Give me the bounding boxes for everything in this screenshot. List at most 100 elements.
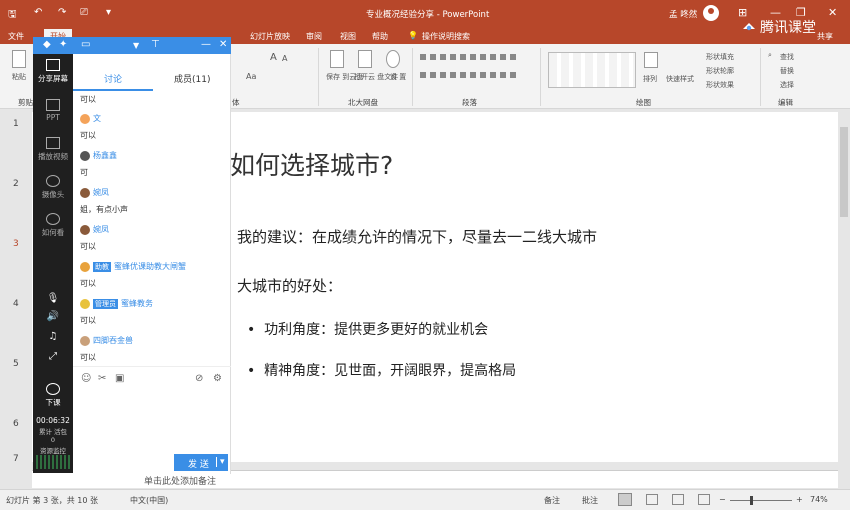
settings-button[interactable]: 设 置 <box>390 72 406 82</box>
font-size-increase-icon[interactable]: A <box>270 52 277 63</box>
font-size-decrease-icon[interactable]: A <box>282 54 287 63</box>
slide-sorter-icon[interactable] <box>646 494 658 505</box>
avatar[interactable] <box>80 261 90 272</box>
zoom-level[interactable]: 74% <box>810 495 828 504</box>
end-class-button[interactable]: 下课 <box>33 383 73 408</box>
speaker-icon[interactable]: 🔊 <box>33 311 73 322</box>
play-video-button[interactable]: 播放视频 <box>33 137 73 162</box>
camera-button[interactable]: 摄像头 <box>33 175 73 200</box>
save-to-cloud-icon[interactable] <box>330 50 344 68</box>
find-icon[interactable]: ⌕ <box>768 51 772 60</box>
avatar[interactable] <box>80 150 90 161</box>
avatar[interactable] <box>80 224 90 235</box>
change-case-icon[interactable]: Aa <box>246 72 256 81</box>
select-button[interactable]: 选择 <box>780 80 794 90</box>
panel-minimize-icon[interactable]: — <box>201 39 211 50</box>
mute-chat-icon[interactable]: ⊘ <box>195 373 203 384</box>
raise-hand-button[interactable]: 如何看 <box>33 213 73 238</box>
menu-help[interactable]: 帮助 <box>372 31 388 42</box>
slide-bullet[interactable]: • 功利角度：提供更多更好的就业机会 <box>247 319 488 339</box>
find-button[interactable]: 查找 <box>780 52 794 62</box>
music-icon[interactable]: ♫ <box>33 331 73 342</box>
ribbon-display-icon[interactable]: ⊞ <box>738 6 747 19</box>
slide-number[interactable]: 7 <box>13 454 19 464</box>
slide-number[interactable]: 6 <box>13 419 19 429</box>
alignment-controls[interactable] <box>420 72 520 78</box>
notes-button[interactable]: 备注 <box>544 495 560 506</box>
menu-view[interactable]: 视图 <box>340 31 356 42</box>
avatar[interactable] <box>80 335 90 346</box>
shape-fill-button[interactable]: 形状填充 <box>706 52 734 62</box>
avatar[interactable] <box>703 5 719 21</box>
pin-icon[interactable]: ✦ <box>59 39 67 50</box>
tab-members[interactable]: 成员(11) <box>174 72 210 85</box>
zoom-in-button[interactable]: + <box>796 495 803 504</box>
slide-paragraph[interactable]: 大城市的好处： <box>237 275 342 296</box>
emoji-icon[interactable]: ☺ <box>81 373 91 384</box>
share-button[interactable]: 共享 <box>817 31 833 42</box>
present-icon[interactable]: ⎚ <box>80 7 88 18</box>
save-icon[interactable]: 🖫 <box>8 7 17 24</box>
close-icon[interactable]: ✕ <box>828 6 837 19</box>
paragraph-controls[interactable] <box>420 54 520 60</box>
shape-effects-button[interactable]: 形状效果 <box>706 80 734 90</box>
normal-view-icon[interactable] <box>618 493 632 506</box>
comments-button[interactable]: 批注 <box>582 495 598 506</box>
top-pin-icon[interactable]: ⊤ <box>151 39 160 50</box>
ppt-button[interactable]: PPT <box>33 99 73 122</box>
fullscreen-icon[interactable]: ⤢ <box>33 351 73 362</box>
arrange-icon[interactable] <box>644 52 658 68</box>
language[interactable]: 中文(中国) <box>130 495 168 506</box>
zoom-slider-thumb[interactable] <box>750 496 753 505</box>
quick-styles-button[interactable]: 快速样式 <box>666 74 694 84</box>
settings-icon[interactable] <box>386 50 400 68</box>
menu-review[interactable]: 审阅 <box>306 31 322 42</box>
slide-paragraph[interactable]: 我的建议：在成绩允许的情况下，尽量去一二线大城市 <box>237 226 597 247</box>
arrange-button[interactable]: 排列 <box>643 74 657 84</box>
panel-close-icon[interactable]: ✕ <box>219 39 227 50</box>
tencent-brand: 腾讯课堂 <box>760 20 816 36</box>
avatar[interactable] <box>80 187 90 198</box>
reading-view-icon[interactable] <box>672 494 684 505</box>
paste-icon[interactable] <box>12 50 26 68</box>
menu-slideshow[interactable]: 幻灯片放映 <box>250 31 290 42</box>
slide-title[interactable]: 如何选择城市? <box>230 146 393 182</box>
scrollbar-thumb[interactable] <box>840 127 848 217</box>
shape-outline-button[interactable]: 形状轮廓 <box>706 66 734 76</box>
image-icon[interactable]: ▣ <box>115 373 124 384</box>
avatar[interactable] <box>80 113 90 124</box>
open-cloud-file-icon[interactable] <box>358 50 372 68</box>
qat-more-icon[interactable]: ▾ <box>106 7 111 18</box>
slide-number[interactable]: 3 <box>13 239 19 249</box>
undo-icon[interactable]: ↶ <box>34 7 42 18</box>
slide-bullet[interactable]: • 精神角度：见世面，开阔眼界，提高格局 <box>247 360 516 380</box>
send-button[interactable]: 发 送 ▾ <box>174 454 228 471</box>
window-icon[interactable]: ▭ <box>81 39 90 50</box>
tell-me-search[interactable]: 操作说明搜索 <box>422 31 470 42</box>
redo-icon[interactable]: ↷ <box>58 7 66 18</box>
tab-discussion[interactable]: 讨论 <box>104 72 122 85</box>
vertical-scrollbar[interactable] <box>838 109 850 481</box>
slide-number[interactable]: 5 <box>13 359 19 369</box>
menu-file[interactable]: 文件 <box>8 31 24 42</box>
zoom-out-button[interactable]: − <box>719 495 726 504</box>
notes-placeholder[interactable]: 单击此处添加备注 <box>144 474 216 487</box>
slide-number[interactable]: 2 <box>13 179 19 189</box>
slide-number[interactable]: 1 <box>13 119 19 129</box>
chat-settings-icon[interactable]: ⚙ <box>213 373 222 384</box>
slideshow-view-icon[interactable] <box>698 494 710 505</box>
slide-number[interactable]: 4 <box>13 299 19 309</box>
avatar[interactable] <box>80 298 90 309</box>
scissors-icon[interactable]: ✂ <box>98 373 106 384</box>
send-options-icon[interactable]: ▾ <box>216 457 225 467</box>
classroom-header: ◆ ✦ ▭ ▼ ⊤ — ✕ <box>33 37 231 54</box>
user-name[interactable]: 孟 咚然 <box>669 8 697 20</box>
paste-button[interactable]: 粘贴 <box>12 72 26 82</box>
replace-button[interactable]: 替换 <box>780 66 794 76</box>
collapse-icon[interactable]: ▼ <box>133 41 139 50</box>
shapes-gallery[interactable] <box>548 52 636 88</box>
share-screen-button[interactable]: 分享屏幕 <box>33 59 73 84</box>
zoom-slider[interactable] <box>730 500 792 501</box>
resource-monitor[interactable]: 资源监控 <box>33 445 73 455</box>
microphone-icon[interactable]: 🎙 <box>33 293 73 304</box>
